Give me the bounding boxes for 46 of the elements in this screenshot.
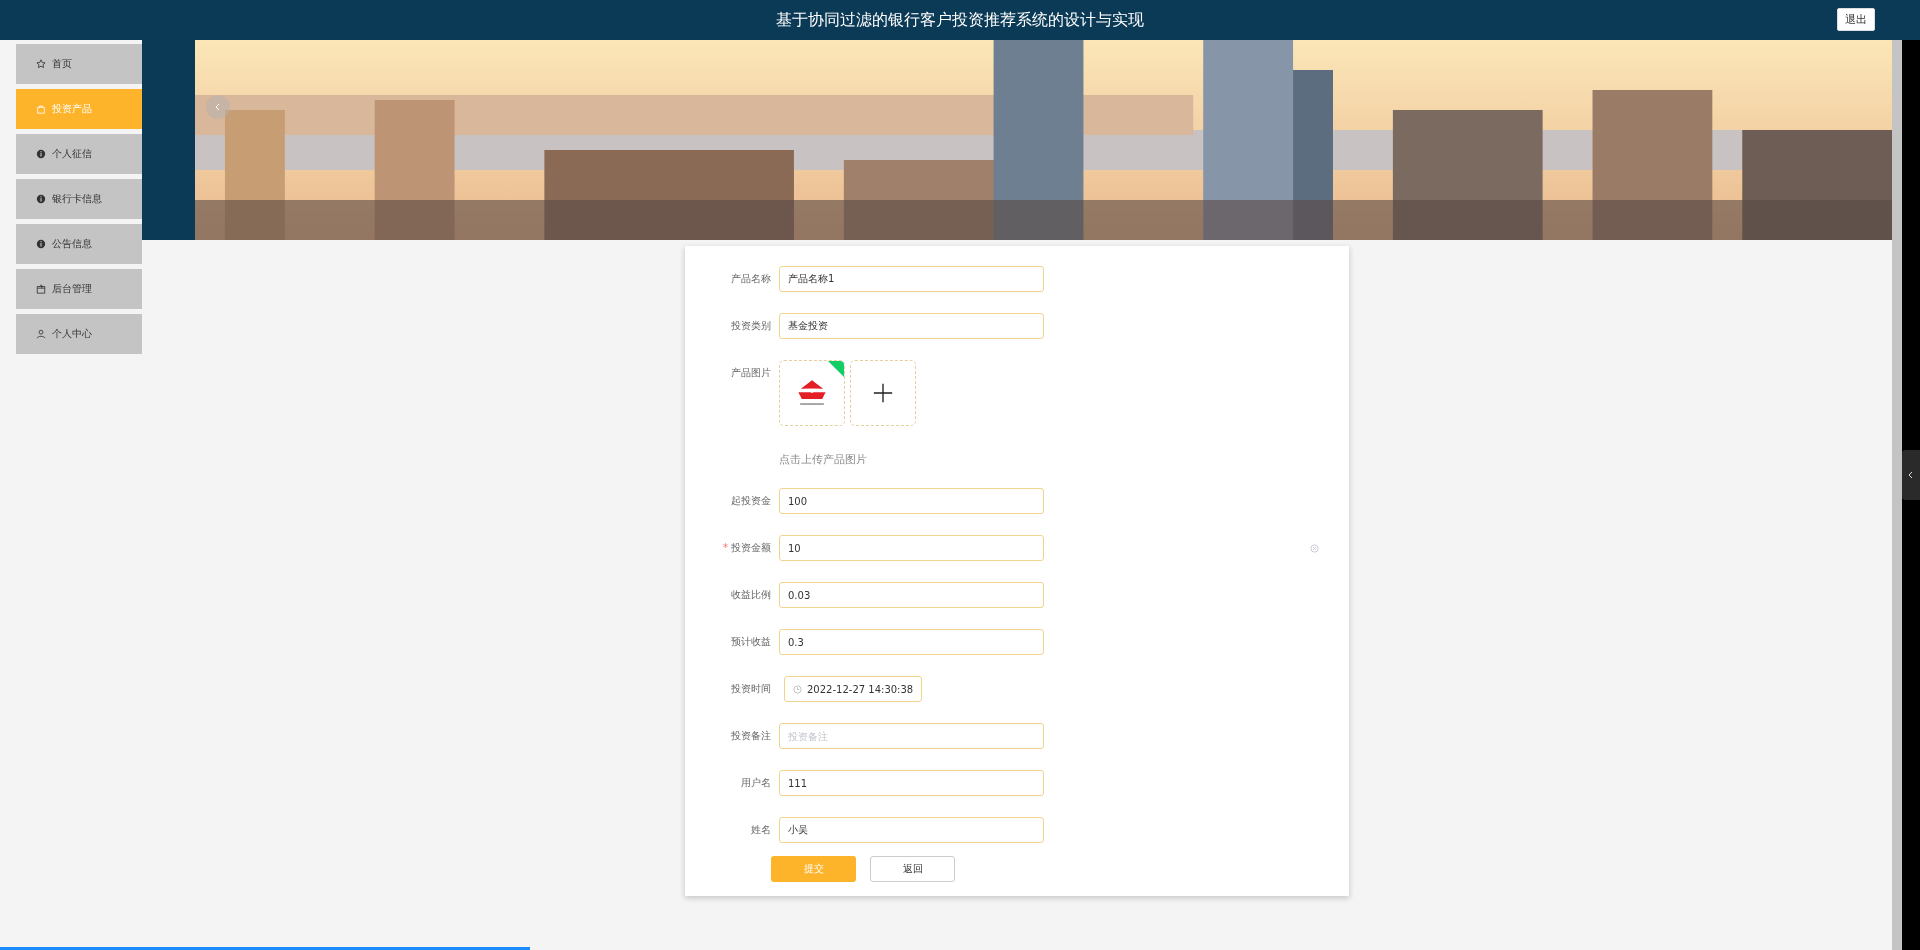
star-icon [36,59,46,69]
clock-icon [793,684,802,694]
plus-icon [872,382,894,404]
required-mark: * [723,541,728,555]
sidebar-item[interactable]: 银行卡信息 [16,179,142,219]
field-label: 预计收益 [730,635,772,649]
field-label: 投资备注 [730,729,772,743]
field-label: 产品名称 [730,272,772,286]
box-icon [36,284,46,294]
input-field[interactable]: 111 [779,770,1044,796]
input-field[interactable]: 小吴 [779,817,1044,843]
field-label: 产品图片 [730,366,772,380]
bag-icon [36,104,46,114]
sidebar-item[interactable]: 后台管理 [16,269,142,309]
field-label: 姓名 [750,823,772,837]
field-label: * 投资金额 [685,535,779,561]
previous-slide-button[interactable] [206,95,230,119]
user-icon [36,329,46,339]
success-corner-icon [828,361,844,377]
input-field[interactable]: 基金投资 [779,313,1044,339]
sidebar-item[interactable]: 个人中心 [16,314,142,354]
info-icon [36,149,46,159]
date-field[interactable]: 2022-12-27 14:30:38 [784,676,923,702]
back-button[interactable]: 返回 [870,856,955,882]
field-label: 起投资金 [730,494,772,508]
collapse-panel-button[interactable] [1902,450,1920,500]
field-label: 投资类别 [730,319,772,333]
info-icon [36,239,46,249]
field-label: 投资时间 [730,682,772,696]
input-field[interactable]: 产品名称1 [779,266,1044,292]
input-field[interactable]: 0.03 [779,582,1044,608]
input-field[interactable]: 0.3 [779,629,1044,655]
upload-hint: 点击上传产品图片 [779,452,868,467]
sidebar-item[interactable]: 个人征信 [16,134,142,174]
input-field[interactable]: 10 [779,535,1044,561]
field-label: 用户名 [740,776,772,790]
system-title: 基于协同过滤的银行客户投资推荐系统的设计与实现 [776,9,1144,31]
scrollbar[interactable] [1892,40,1902,950]
field-label: 收益比例 [730,588,772,602]
input-field[interactable]: 100 [779,488,1044,514]
clear-icon[interactable] [1310,544,1319,553]
upload-button[interactable] [850,360,916,426]
sidebar-item[interactable]: 公告信息 [16,224,142,264]
image-thumbnail[interactable] [779,360,845,426]
logout-button[interactable]: 退出 [1837,8,1875,31]
sidebar-item[interactable]: 首页 [16,44,142,84]
